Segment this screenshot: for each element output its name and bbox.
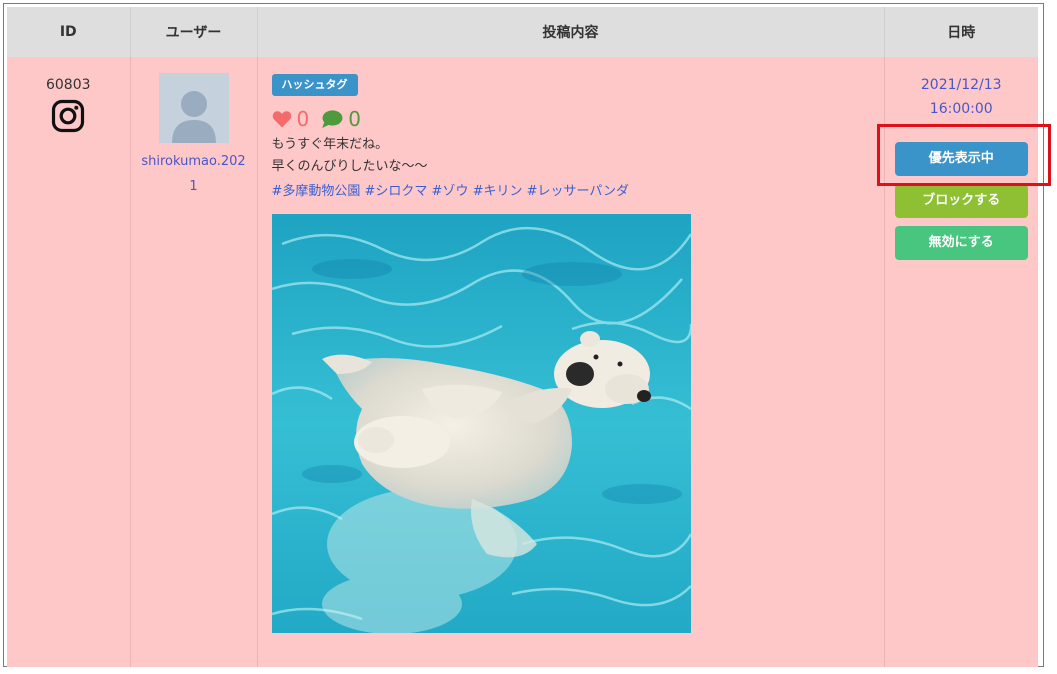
comment-count: 0 — [348, 107, 361, 131]
post-date-value: 2021/12/13 — [920, 77, 1002, 93]
comment-icon — [322, 110, 343, 128]
post-id: 60803 — [45, 77, 91, 93]
hashtag-badge: ハッシュタグ — [271, 74, 358, 96]
username-link[interactable]: shirokumao.2021 — [141, 149, 247, 199]
post-hashtags[interactable]: #多摩動物公園 #シロクマ #ゾウ #キリン #レッサーパンダ — [272, 180, 884, 204]
id-cell: 60803 — [7, 57, 131, 667]
priority-display-button[interactable]: 優先表示中 — [894, 142, 1028, 176]
heart-icon — [272, 111, 291, 128]
table-header-row: ID ユーザー 投稿内容 日時 — [7, 7, 1038, 57]
instagram-icon — [52, 99, 85, 133]
post-cell: ハッシュタグ 0 0 もうすぐ年末だね。 早くのんびりしたいな〜〜 #多摩動物公… — [257, 57, 885, 667]
post-image[interactable] — [271, 214, 691, 633]
header-id: ID — [7, 7, 131, 57]
post-text-line-2: 早くのんびりしたいな〜〜 — [271, 159, 428, 174]
post-text-line-1: もうすぐ年末だね。 — [271, 137, 389, 152]
datetime-cell: 2021/12/13 16:00:00 優先表示中 ブロックする 無効にする — [884, 57, 1038, 667]
header-user: ユーザー — [130, 7, 258, 57]
header-post-content: 投稿内容 — [257, 7, 885, 57]
user-avatar-icon[interactable] — [158, 73, 229, 143]
posts-table: ID ユーザー 投稿内容 日時 60803 shirokumao.2021 ハッ… — [7, 7, 1038, 667]
table-row: 60803 shirokumao.2021 ハッシュタグ 0 0 もうすぐ年末だ… — [7, 57, 1038, 667]
like-count: 0 — [296, 107, 310, 131]
header-datetime: 日時 — [884, 7, 1038, 57]
block-button[interactable]: ブロックする — [894, 184, 1028, 218]
user-cell: shirokumao.2021 — [130, 57, 258, 667]
disable-button[interactable]: 無効にする — [894, 226, 1028, 260]
post-time-value: 16:00:00 — [929, 101, 993, 117]
reactions: 0 0 — [272, 108, 884, 130]
post-date: 2021/12/13 16:00:00 — [885, 73, 1039, 121]
